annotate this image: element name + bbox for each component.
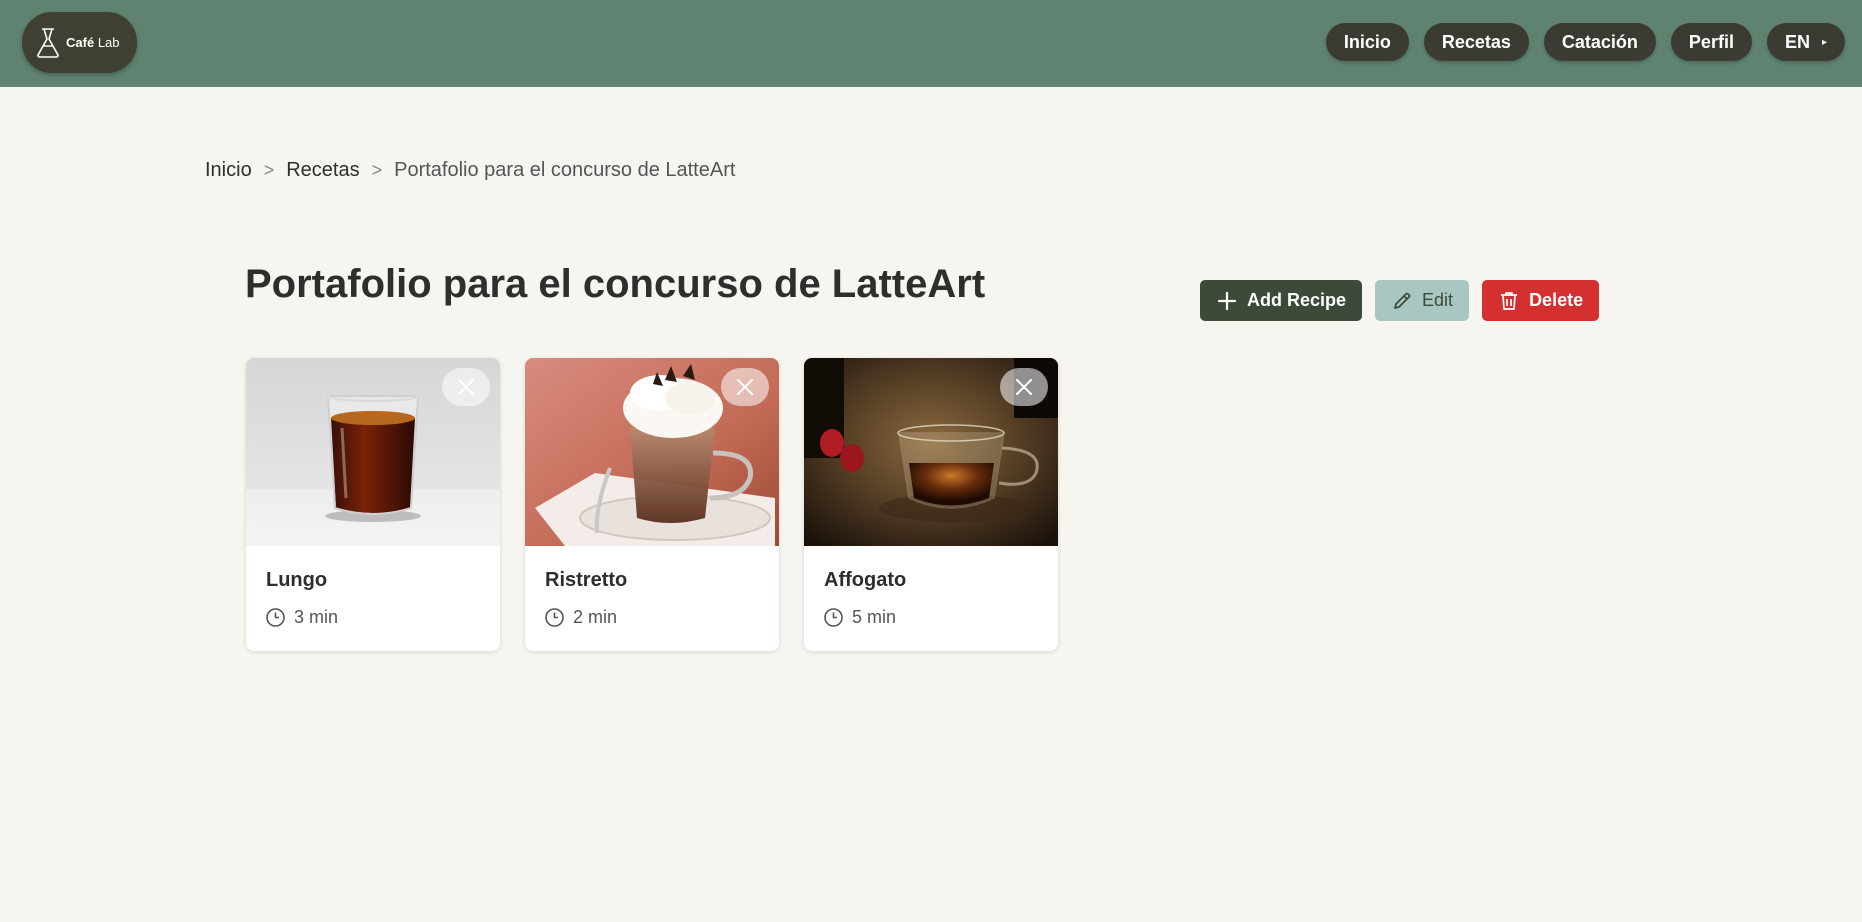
- breadcrumb: Inicio > Recetas > Portafolio para el co…: [205, 159, 735, 182]
- recipe-name: Lungo: [266, 569, 328, 591]
- chemex-icon: [37, 27, 59, 58]
- breadcrumb-home[interactable]: Inicio: [205, 159, 252, 182]
- recipe-name: Ristretto: [545, 569, 628, 591]
- nav-perfil[interactable]: Perfil: [1670, 23, 1752, 61]
- recipe-image: [804, 358, 1058, 546]
- nav-catacion[interactable]: Catación: [1543, 23, 1656, 61]
- nav-inicio[interactable]: Inicio: [1325, 23, 1409, 61]
- top-navigation-bar: Café Lab Inicio Recetas Catación Perfil …: [0, 0, 1862, 87]
- recipe-grid: Lungo 3 min Ristretto 2 min Affogato 5 m…: [246, 358, 1058, 651]
- language-label: EN: [1784, 31, 1810, 52]
- recipe-time-label: 2 min: [573, 607, 618, 627]
- recipe-time: 5 min: [823, 607, 896, 628]
- recipe-time: 3 min: [265, 607, 338, 628]
- recipe-time-label: 5 min: [852, 607, 897, 627]
- brand-logo[interactable]: Café Lab: [22, 12, 137, 73]
- main-nav: Inicio Recetas Catación Perfil EN ▸: [1325, 23, 1845, 61]
- language-selector[interactable]: EN ▸: [1766, 23, 1845, 61]
- clock-icon: [824, 608, 843, 627]
- plus-icon: [1217, 291, 1237, 310]
- brand-name: Café Lab: [66, 35, 120, 50]
- remove-recipe-button[interactable]: [721, 368, 769, 406]
- recipe-card-affogato[interactable]: Affogato 5 min: [804, 358, 1058, 651]
- clock-icon: [266, 608, 285, 627]
- caret-right-icon: ▸: [1821, 36, 1827, 48]
- breadcrumb-current: Portafolio para el concurso de LatteArt: [394, 159, 736, 181]
- page-title: Portafolio para el concurso de LatteArt: [245, 262, 986, 306]
- close-icon: [458, 379, 474, 395]
- nav-recetas[interactable]: Recetas: [1423, 23, 1529, 61]
- trash-icon: [1501, 291, 1518, 310]
- recipe-time: 2 min: [544, 607, 617, 628]
- recipe-card-ristretto[interactable]: Ristretto 2 min: [525, 358, 779, 651]
- recipe-time-label: 3 min: [294, 607, 339, 627]
- edit-label: Edit: [1422, 290, 1454, 310]
- delete-button[interactable]: Delete: [1482, 280, 1600, 321]
- recipe-card-lungo[interactable]: Lungo 3 min: [246, 358, 500, 651]
- breadcrumb-separator: >: [371, 160, 383, 180]
- breadcrumb-recetas[interactable]: Recetas: [286, 159, 359, 182]
- add-recipe-button[interactable]: Add Recipe: [1200, 280, 1363, 321]
- remove-recipe-button[interactable]: [442, 368, 490, 406]
- close-icon: [1016, 379, 1032, 395]
- recipe-image: [525, 358, 779, 546]
- remove-recipe-button[interactable]: [1000, 368, 1048, 406]
- collection-actions: Add Recipe Edit Delete: [1200, 280, 1600, 321]
- breadcrumb-separator: >: [263, 160, 275, 180]
- recipe-image: [246, 358, 500, 546]
- delete-label: Delete: [1529, 290, 1584, 310]
- pencil-icon: [1394, 292, 1411, 309]
- add-recipe-label: Add Recipe: [1247, 290, 1347, 310]
- close-icon: [737, 379, 753, 395]
- edit-button[interactable]: Edit: [1375, 280, 1470, 321]
- clock-icon: [545, 608, 564, 627]
- recipe-name: Affogato: [824, 569, 907, 591]
